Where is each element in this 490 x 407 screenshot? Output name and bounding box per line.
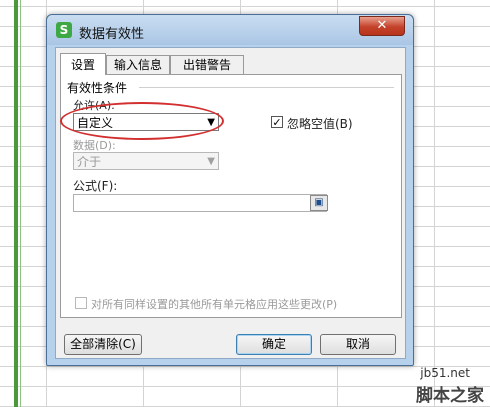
data-select[interactable]: 介于 ▼ [73,152,219,170]
tab-settings[interactable]: 设置 [60,53,106,75]
ignore-blank-checkbox[interactable]: ✓ [271,116,283,129]
cancel-button[interactable]: 取消 [320,334,396,355]
formula-input[interactable] [73,194,327,212]
data-label: 数据(D): [73,139,116,152]
ok-button[interactable]: 确定 [236,334,312,355]
wps-spreadsheet-icon: S [56,22,72,38]
group-divider [139,87,394,88]
apply-all-label: 对所有同样设置的其他所有单元格应用这些更改(P) [91,298,338,311]
cell-selection-border [14,0,18,407]
dialog-body: 设置 输入信息 出错警告 有效性条件 允许(A): 自定义 ▼ ✓ 忽略空值(B… [55,47,406,359]
tab-error-alert[interactable]: 出错警告 [170,55,244,74]
ignore-blank-label: 忽略空值(B) [287,117,353,131]
clear-all-button[interactable]: 全部清除(C) [64,334,142,355]
close-button[interactable]: ✕ [359,16,405,36]
dialog-titlebar[interactable]: S 数据有效性 ✕ [47,15,413,45]
annotation-ellipse [60,102,224,140]
tab-input-message[interactable]: 输入信息 [106,55,170,74]
range-select-icon[interactable]: ▣ [310,195,328,211]
watermark-site: jb51.net [420,366,470,380]
data-select-value: 介于 [77,155,102,169]
dialog-title: 数据有效性 [79,27,145,42]
dropdown-arrow-icon: ▼ [207,156,215,167]
data-validation-dialog: S 数据有效性 ✕ 设置 输入信息 出错警告 有效性条件 允许(A): 自定义 … [46,14,414,366]
validation-criteria-heading: 有效性条件 [67,81,128,95]
cell-selection-border-inner [20,0,21,407]
formula-label: 公式(F): [73,179,118,193]
apply-all-checkbox[interactable] [75,297,87,309]
watermark-name: 脚本之家 [416,386,484,406]
